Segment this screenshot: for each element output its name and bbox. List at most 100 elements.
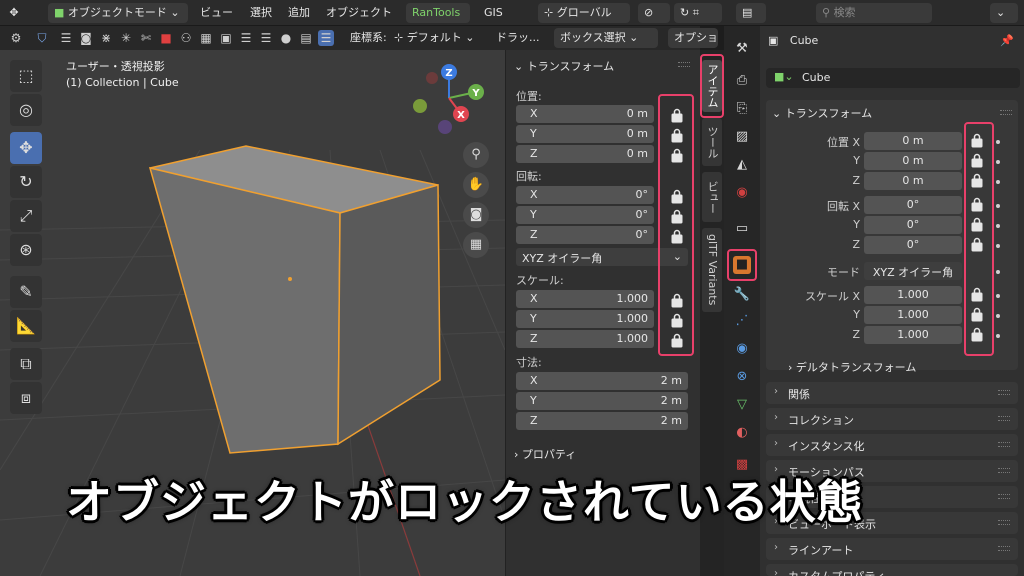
select-box-tool[interactable]: ⬚ [10, 60, 42, 92]
section-relations[interactable]: › 関係 [766, 382, 1018, 404]
modifier-wrench-icon[interactable]: 🔧 [733, 286, 751, 304]
world-icon[interactable]: ◉ [733, 184, 751, 202]
filter-button[interactable]: ⌄ [990, 3, 1018, 23]
output-icon[interactable]: ⎘ [733, 100, 751, 118]
add-cube-tool[interactable]: ⧉ [10, 348, 42, 380]
prop-location-y[interactable]: 0 m [864, 152, 962, 170]
menu-object[interactable]: オブジェクト [326, 3, 392, 23]
empty-icon[interactable]: ⋇ [98, 30, 114, 46]
bone-icon[interactable]: ✄ [138, 30, 154, 46]
cursor-tool[interactable]: ◎ [10, 94, 42, 126]
coord-dropdown[interactable]: ⊹ デフォルト ⌄ [394, 28, 474, 48]
location-x-field[interactable]: X0 m [516, 105, 654, 123]
prop-location-z[interactable]: 0 m [864, 172, 962, 190]
transform-header[interactable]: ⌄ トランスフォーム [514, 58, 614, 74]
collection-icon[interactable]: ▭ [733, 220, 751, 238]
prop-rotation-x[interactable]: 0° [864, 196, 962, 214]
scale-z-field[interactable]: Z 1.000 [516, 330, 654, 348]
gis-menu[interactable]: GIS [484, 3, 503, 23]
transform-tool[interactable]: ⊛ [10, 234, 42, 266]
pan-hand-icon[interactable]: ✋ [463, 172, 489, 198]
options-dropdown[interactable]: オプション [668, 28, 718, 48]
cube-object[interactable] [148, 145, 441, 454]
render-icon[interactable]: ⎙ [733, 72, 751, 90]
rotation-x-field[interactable]: X 0° [516, 186, 654, 204]
prop-scale-z[interactable]: 1.000 [864, 326, 962, 344]
list-icon[interactable]: ☰ [258, 30, 274, 46]
menu-view[interactable]: ビュー [200, 3, 233, 23]
sphere-icon[interactable]: ● [278, 30, 294, 46]
view-layer-icon[interactable]: ▨ [733, 128, 751, 146]
menu-select[interactable]: 選択 [250, 3, 272, 23]
gear-icon[interactable]: ⚙ [8, 30, 24, 46]
zoom-icon[interactable]: ⚲ [463, 142, 489, 168]
mesh-icon[interactable]: ☰ [58, 30, 74, 46]
neg-y-handle[interactable] [413, 99, 427, 113]
constraints-icon[interactable]: ⊗ [733, 368, 751, 386]
section-line-art[interactable]: › ラインアート [766, 538, 1018, 560]
search-field[interactable]: ⚲ 検索 [816, 3, 932, 23]
grid-icon[interactable]: ▤ [298, 30, 314, 46]
pin-icon[interactable]: 📌 [1000, 34, 1014, 47]
rotation-z-field[interactable]: Z 0° [516, 226, 654, 244]
menu-add[interactable]: 追加 [288, 3, 310, 23]
dimension-x-field[interactable]: X2 m [516, 372, 688, 390]
rotate-tool[interactable]: ↻ [10, 166, 42, 198]
dimension-z-field[interactable]: Z2 m [516, 412, 688, 430]
workspace-toggle[interactable]: ▤ [736, 3, 766, 23]
camera-icon[interactable]: ◙ [78, 30, 94, 46]
measure-tool[interactable]: 📐 [10, 310, 42, 342]
text-icon[interactable]: ▦ [198, 30, 214, 46]
scale-tool[interactable]: ⤢ [10, 200, 42, 232]
scene-icon[interactable]: ◭ [733, 156, 751, 174]
tab-tool[interactable]: ツール [702, 118, 722, 166]
panel-grip[interactable] [678, 62, 690, 67]
material-icon[interactable]: ■ [158, 30, 174, 46]
section-instancing[interactable]: › インスタンス化 [766, 434, 1018, 456]
panel-grip[interactable] [1000, 110, 1012, 115]
material-sphere-icon[interactable]: ◐ [733, 424, 751, 442]
annotate-tool[interactable]: ✎ [10, 276, 42, 308]
data-triangle-icon[interactable]: ▽ [733, 396, 751, 414]
mode-dropdown[interactable]: ■ オブジェクトモード ⌄ [48, 3, 188, 23]
tab-gltf-variants[interactable]: glTF Variants [702, 228, 722, 312]
properties-header[interactable]: › プロパティ [514, 446, 576, 462]
section-collections[interactable]: › コレクション [766, 408, 1018, 430]
prop-scale-x[interactable]: 1.000 [864, 286, 962, 304]
prop-scale-y[interactable]: 1.000 [864, 306, 962, 324]
scale-x-field[interactable]: X 1.000 [516, 290, 654, 308]
orientation-dropdown[interactable]: ⊹ グローバル [538, 3, 630, 23]
camera-view-icon[interactable]: ◙ [463, 202, 489, 228]
ortho-grid-icon[interactable]: ▦ [463, 232, 489, 258]
scale-y-field[interactable]: Y 1.000 [516, 310, 654, 328]
tab-view[interactable]: ビュー [702, 172, 722, 222]
delta-transform-section[interactable]: › デルタトランスフォーム [788, 359, 916, 375]
pivot-button[interactable]: ⊘ [638, 3, 670, 23]
prop-rotation-z[interactable]: 0° [864, 236, 962, 254]
transform-affect-tool[interactable]: ⧈ [10, 382, 42, 414]
neg-z-handle[interactable] [438, 120, 452, 134]
location-z-field[interactable]: Z0 m [516, 145, 654, 163]
particles-icon[interactable]: ⋰ [733, 312, 751, 330]
tool-settings-icon[interactable]: ⚒ [733, 40, 751, 58]
physics-icon[interactable]: ◉ [733, 340, 751, 358]
neg-x-handle[interactable] [426, 72, 438, 84]
rantools-tab[interactable]: RanTools [406, 3, 470, 23]
snap-button[interactable]: ↻ ⌗ [674, 3, 722, 23]
overlay-icon[interactable]: ☰ [318, 30, 334, 46]
editor-type-icon[interactable]: ✥ [6, 3, 22, 23]
prop-rotation-y[interactable]: 0° [864, 216, 962, 234]
filter-icon[interactable]: ⛉ [34, 30, 50, 46]
object-name-field[interactable]: ■⌄ Cube [766, 68, 1020, 88]
image-icon[interactable]: ▣ [218, 30, 234, 46]
navigation-gizmo[interactable]: Z Y X [413, 64, 484, 134]
move-tool[interactable]: ✥ [10, 132, 42, 164]
light-icon[interactable]: ✳ [118, 30, 134, 46]
curve-icon[interactable]: ⚇ [178, 30, 194, 46]
lines-icon[interactable]: ☰ [238, 30, 254, 46]
rotation-y-field[interactable]: Y 0° [516, 206, 654, 224]
rotation-mode-select[interactable]: XYZ オイラー角 [864, 262, 962, 280]
select-mode-dropdown[interactable]: ボックス選択 ⌄ [554, 28, 658, 48]
prop-location-x[interactable]: 0 m [864, 132, 962, 150]
dimension-y-field[interactable]: Y2 m [516, 392, 688, 410]
